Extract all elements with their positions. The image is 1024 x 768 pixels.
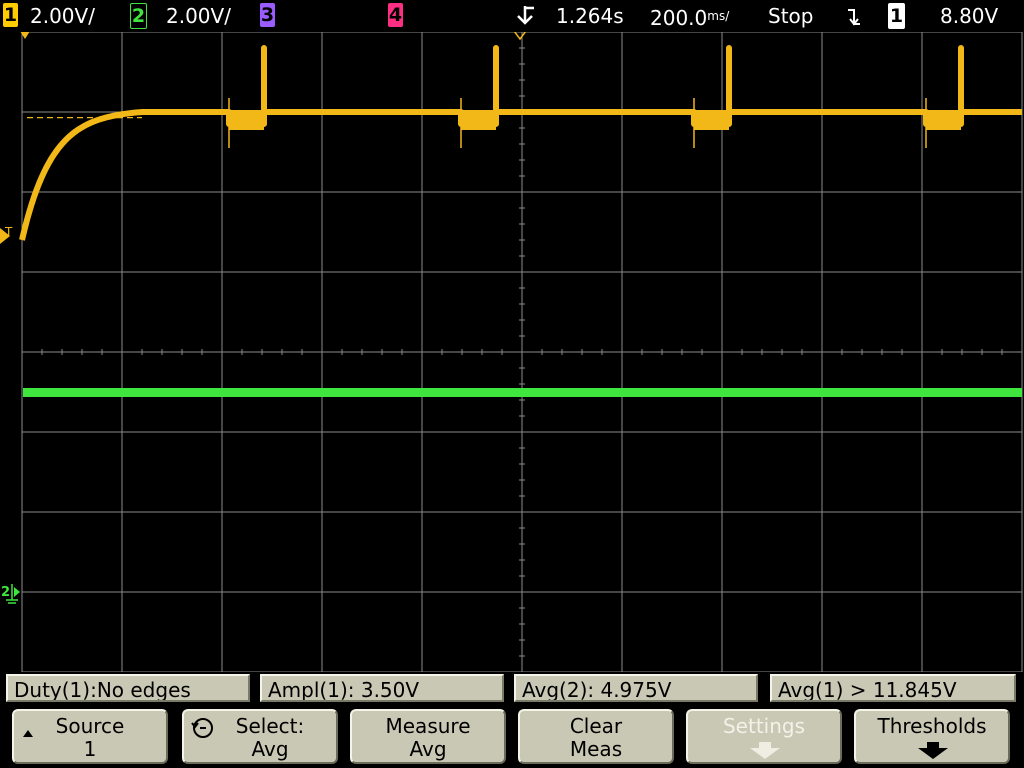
source-value: 1 [83, 737, 97, 761]
select-value: Avg [251, 737, 289, 761]
trigger-delay-icon [514, 2, 538, 30]
channel-3-indicator[interactable]: 3 [260, 3, 275, 27]
status-bar: 1 2.00V/ 2 2.00V/ 3 4 1.264s 200.0ms/ St… [0, 0, 1024, 32]
measure-softkey[interactable]: Measure Avg [350, 709, 506, 764]
settings-label: Settings [722, 714, 806, 738]
channel-4-indicator[interactable]: 4 [388, 3, 403, 27]
channel-1-scale: 2.00V/ [30, 4, 95, 28]
measurement-bar: Duty(1):No edges Ampl(1): 3.50V Avg(2): … [0, 672, 1024, 706]
channel-2-indicator[interactable]: 2 [130, 3, 147, 29]
waveform-display[interactable]: T2 [0, 32, 1024, 672]
select-softkey[interactable]: Select: Avg [182, 709, 338, 764]
channel-2-trace [23, 388, 1022, 397]
channel-2-pointer [14, 587, 20, 597]
run-state: Stop [768, 4, 814, 28]
trigger-level: 8.80V [940, 4, 999, 28]
source-label: Source [55, 714, 125, 738]
clear-meas-softkey[interactable]: Clear Meas [518, 709, 674, 764]
thresholds-softkey[interactable]: Thresholds [854, 709, 1010, 764]
timebase-value: 200.0 [650, 6, 708, 30]
settings-softkey[interactable]: Settings [686, 709, 842, 764]
measure-value: Avg [409, 737, 447, 761]
trigger-level-marker: T [4, 225, 13, 239]
trigger-delay: 1.264s [556, 4, 624, 28]
measurement-average-ch2: Avg(2): 4.975V [514, 674, 758, 702]
clear-meas-label-1: Clear [569, 714, 623, 738]
channel-1-dip [461, 110, 496, 130]
center-time-marker [513, 32, 527, 41]
channel-2-scale: 2.00V/ [166, 4, 231, 28]
timebase: 200.0ms/ [650, 2, 729, 30]
trigger-source-indicator[interactable]: 1 [888, 3, 905, 29]
measurement-duty: Duty(1):No edges [6, 674, 250, 702]
waveform-graticule: T2 [0, 32, 1023, 672]
thresholds-label: Thresholds [877, 714, 987, 738]
down-arrow-icon [748, 741, 782, 765]
measure-label: Measure [385, 714, 471, 738]
softkey-row: Source 1 Select: Avg Measure Avg Clear M… [0, 706, 1024, 768]
source-softkey[interactable]: Source 1 [12, 709, 168, 764]
channel-1-dip [694, 110, 729, 130]
channel-1-dip [926, 110, 961, 130]
measurement-average-ch1: Avg(1) > 11.845V [770, 674, 1016, 702]
channel-1-dip [229, 110, 264, 130]
timebase-unit: ms/ [707, 9, 730, 23]
select-label: Select: [235, 714, 305, 738]
channel-2-ground-label: 2 [1, 585, 10, 600]
channel-1-indicator[interactable]: 1 [3, 3, 18, 27]
measurement-amplitude: Ampl(1): 3.50V [260, 674, 504, 702]
falling-edge-icon [846, 2, 864, 30]
clear-meas-label-2: Meas [569, 737, 623, 761]
down-arrow-icon [916, 741, 950, 765]
